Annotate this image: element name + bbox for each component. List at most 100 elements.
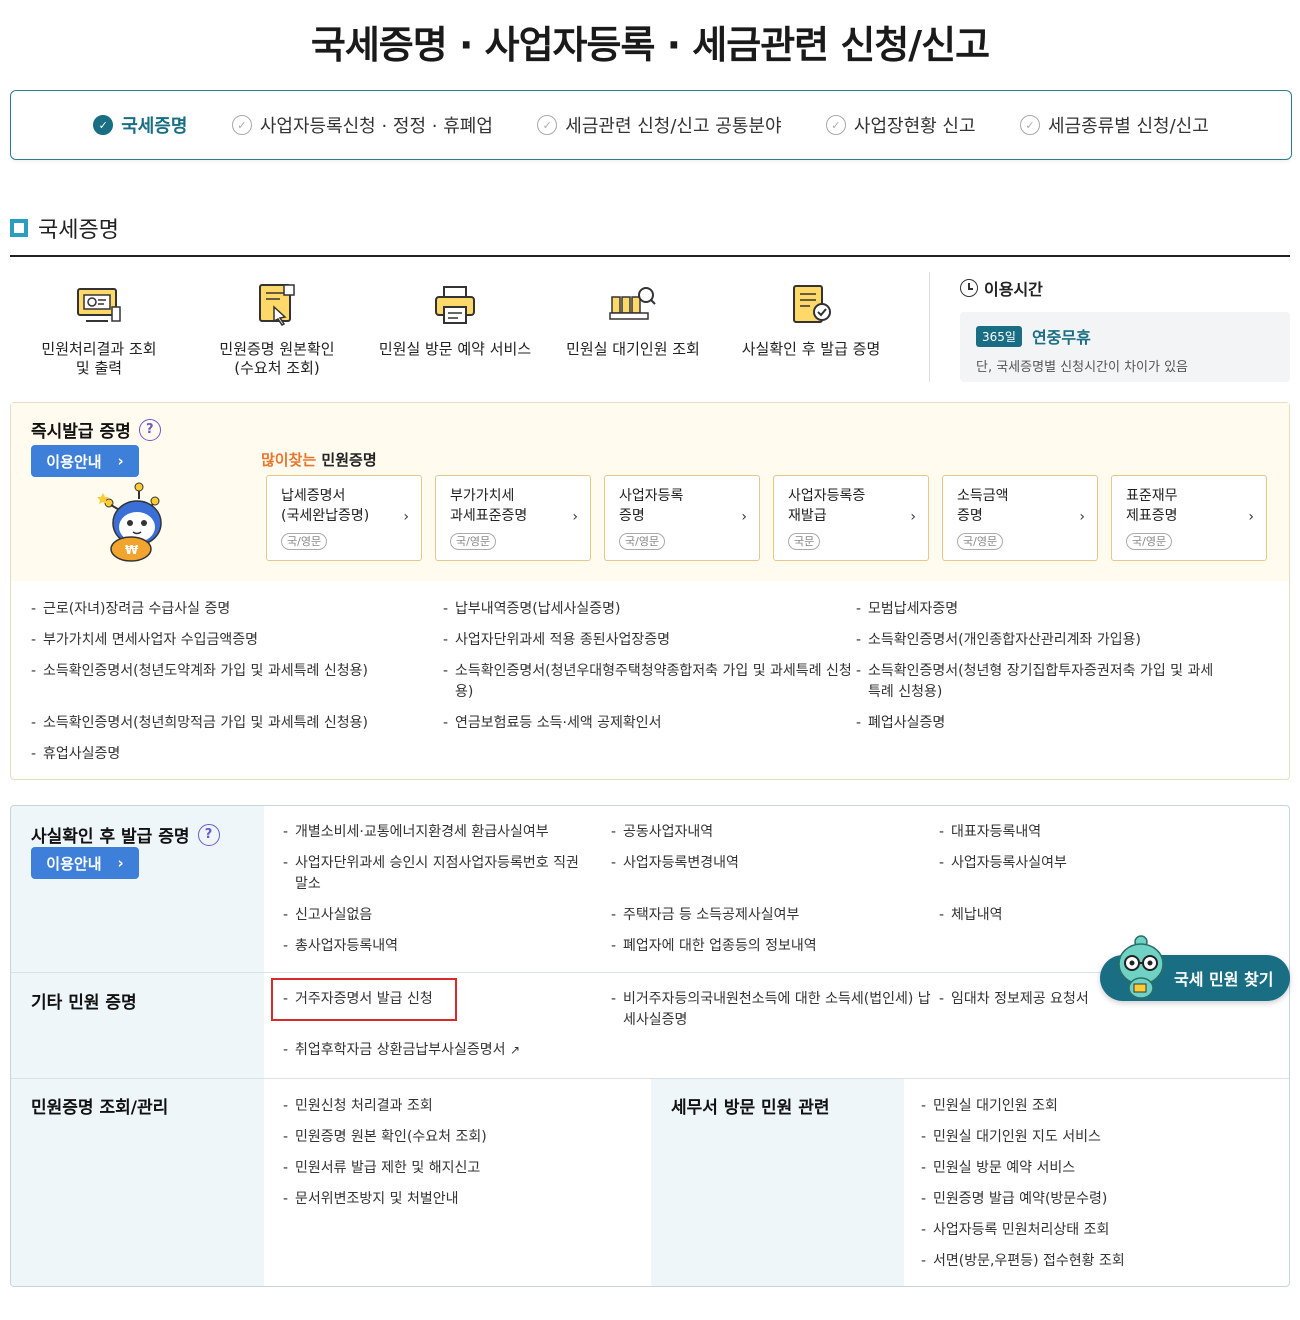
usage-guide-button[interactable]: 이용안내 › <box>31 847 139 879</box>
list-item[interactable]: 소득확인증명서(청년희망적금 가입 및 과세특례 신청용) <box>31 713 431 734</box>
quick-link-waiting-lookup[interactable]: 민원실 대기인원 조회 <box>544 278 722 378</box>
list-item[interactable]: 서면(방문,우편등) 접수현황 조회 <box>921 1251 1281 1272</box>
mascot-icon: ₩ <box>97 482 162 562</box>
check-circle-icon: ✓ <box>825 115 846 135</box>
other-services-table: 사실확인 후 발급 증명 ? 이용안내 › 개별소비세·교통에너지환경세 환급사… <box>10 805 1290 1287</box>
help-icon[interactable]: ? <box>138 418 161 441</box>
list-item[interactable]: 민원증명 원본 확인(수요처 조회) <box>283 1127 643 1148</box>
list-item[interactable]: 민원증명 발급 예약(방문수령) <box>921 1189 1281 1210</box>
list-item[interactable]: 총사업자등록내역 <box>283 936 583 957</box>
list-item[interactable]: 폐업자에 대한 업종등의 정보내역 <box>611 936 921 957</box>
list-item[interactable]: 사업자단위과세 승인시 지점사업자등록번호 직권말소 <box>283 853 583 895</box>
list-item[interactable]: 연금보험료등 소득·세액 공제확인서 <box>443 713 853 734</box>
cert-card-vat-base[interactable]: 부가가치세 과세표준증명 국/영문 › <box>435 475 591 561</box>
usage-guide-button[interactable]: 이용안내 › <box>31 445 139 477</box>
list-item[interactable]: 소득확인증명서(청년형 장기집합투자증권저축 가입 및 과세특례 신청용) <box>856 661 1216 703</box>
instant-issue-section: 즉시발급 증명 ? 이용안내 › ₩ 많이찾는 민원증명 납세증명서 (국세완납… <box>10 402 1290 780</box>
chevron-right-icon: › <box>117 854 124 872</box>
list-item[interactable]: 폐업사실증명 <box>856 713 1216 734</box>
list-item[interactable]: 체납내역 <box>939 905 1239 926</box>
category-tabs: ✓ 국세증명 ✓ 사업자등록신청 · 정정 · 휴폐업 ✓ 세금관련 신청/신고… <box>10 90 1292 160</box>
cert-card-registration-reissue[interactable]: 사업자등록증 재발급 국문 › <box>773 475 929 561</box>
cert-card-income-amount[interactable]: 소득금액 증명 국/영문 › <box>942 475 1098 561</box>
divider <box>11 1078 1289 1079</box>
external-link-icon: ↗ <box>509 1043 521 1057</box>
service-hours-title-text: 이용시간 <box>984 280 1043 299</box>
list-item[interactable]: 취업후학자금 상환금납부사실증명서 ↗ <box>283 1040 603 1061</box>
quick-link-label: 민원증명 원본확인 (수요처 조회) <box>219 340 335 377</box>
check-circle-icon: ✓ <box>537 115 558 135</box>
popular-suffix: 민원증명 <box>316 451 377 469</box>
list-item[interactable]: 민원실 방문 예약 서비스 <box>921 1158 1281 1179</box>
tab-label: 국세증명 <box>121 116 188 137</box>
printer-icon <box>425 278 485 332</box>
instant-list-col3: 모범납세자증명 소득확인증명서(개인종합자산관리계좌 가입용) 소득확인증명서(… <box>856 599 1216 744</box>
help-icon[interactable]: ? <box>197 823 220 846</box>
tab-business-status-report[interactable]: ✓ 사업장현황 신고 <box>825 112 976 138</box>
chevron-right-icon: › <box>117 452 124 470</box>
cert-card-financial-statement[interactable]: 표준재무 제표증명 국/영문 › <box>1111 475 1267 561</box>
section-heading-text: 국세증명 <box>38 218 119 243</box>
divider <box>11 972 1289 973</box>
chevron-right-icon: › <box>572 509 578 525</box>
list-item[interactable]: 사업자등록변경내역 <box>611 853 921 874</box>
quick-link-fact-check-issue[interactable]: 사실확인 후 발급 증명 <box>722 278 900 378</box>
list-item[interactable]: 주택자금 등 소득공제사실여부 <box>611 905 921 926</box>
after-check-title-text: 사실확인 후 발급 증명 <box>31 827 190 847</box>
quick-link-visit-reservation[interactable]: 민원실 방문 예약 서비스 <box>366 278 544 378</box>
square-bullet-icon <box>10 219 28 237</box>
visit-list: 민원실 대기인원 조회 민원실 대기인원 지도 서비스 민원실 방문 예약 서비… <box>921 1096 1281 1282</box>
list-item[interactable]: 납부내역증명(납세사실증명) <box>443 599 853 620</box>
language-chip: 국/영문 <box>957 533 1004 550</box>
tab-tax-type-report[interactable]: ✓ 세금종류별 신청/신고 <box>1019 112 1209 138</box>
after-check-title: 사실확인 후 발급 증명 ? <box>31 822 220 847</box>
quick-link-label: 민원처리결과 조회 및 출력 <box>41 340 157 377</box>
list-item[interactable]: 사업자등록사실여부 <box>939 853 1239 874</box>
usage-guide-label: 이용안내 <box>46 854 102 873</box>
tab-tax-common[interactable]: ✓ 세금관련 신청/신고 공통분야 <box>537 112 782 138</box>
service-hours: 이용시간 365일 연중무휴 단, 국세증명별 신청시간이 차이가 있음 <box>960 276 1290 382</box>
tab-national-tax-certificate[interactable]: ✓ 국세증명 <box>93 112 187 138</box>
list-item[interactable]: 공동사업자내역 <box>611 822 921 843</box>
cert-card-name: 사업자등록증 재발급 <box>788 488 866 524</box>
section-heading: 국세증명 <box>10 212 119 244</box>
popular-certificate-cards: 납세증명서 (국세완납증명) 국/영문 › 부가가치세 과세표준증명 국/영문 … <box>266 475 1267 561</box>
list-item[interactable]: 민원서류 발급 제한 및 해지신고 <box>283 1158 643 1179</box>
popular-certificates-label: 많이찾는 민원증명 <box>261 449 377 470</box>
list-item[interactable]: 소득확인증명서(개인종합자산관리계좌 가입용) <box>856 630 1216 651</box>
list-item[interactable]: 모범납세자증명 <box>856 599 1216 620</box>
check-circle-icon: ✓ <box>1019 115 1040 135</box>
list-item[interactable]: 소득확인증명서(청년우대형주택청약종합저축 가입 및 과세특례 신청용) <box>443 661 853 703</box>
list-item[interactable]: 비거주자등의국내원천소득에 대한 소득세(법인세) 납세사실증명 <box>611 989 941 1031</box>
divider <box>929 272 930 382</box>
list-item[interactable]: 민원실 대기인원 지도 서비스 <box>921 1127 1281 1148</box>
cert-card-name: 소득금액 증명 <box>957 488 1009 524</box>
tab-label: 세금관련 신청/신고 공통분야 <box>565 116 782 137</box>
chevron-right-icon: › <box>403 509 409 525</box>
list-item-residence-certificate[interactable]: 거주자증명서 발급 신청 <box>283 989 603 1010</box>
other-certificates-title: 기타 민원 증명 <box>31 993 137 1013</box>
list-item[interactable]: 신고사실없음 <box>283 905 583 926</box>
cert-card-tax-payment[interactable]: 납세증명서 (국세완납증명) 국/영문 › <box>266 475 422 561</box>
tab-business-registration[interactable]: ✓ 사업자등록신청 · 정정 · 휴폐업 <box>231 112 493 138</box>
list-item[interactable]: 문서위변조방지 및 처벌안내 <box>283 1189 643 1210</box>
list-item[interactable]: 휴업사실증명 <box>31 744 431 765</box>
monitor-result-icon <box>69 278 129 332</box>
list-item[interactable]: 소득확인증명서(청년도약계좌 가입 및 과세특례 신청용) <box>31 661 431 682</box>
list-item[interactable]: 근로(자녀)장려금 수급사실 증명 <box>31 599 431 620</box>
cert-card-name: 사업자등록 증명 <box>619 488 684 524</box>
chevron-right-icon: › <box>1248 509 1254 525</box>
quick-links: 민원처리결과 조회 및 출력 민원증명 원본확인 (수요처 조회) 민원실 방문… <box>10 278 910 378</box>
cert-card-business-registration[interactable]: 사업자등록 증명 국/영문 › <box>604 475 760 561</box>
manage-list: 민원신청 처리결과 조회 민원증명 원본 확인(수요처 조회) 민원서류 발급 … <box>283 1096 643 1220</box>
list-item[interactable]: 민원실 대기인원 조회 <box>921 1096 1281 1117</box>
list-item[interactable]: 민원신청 처리결과 조회 <box>283 1096 643 1117</box>
quick-link-original-check[interactable]: 민원증명 원본확인 (수요처 조회) <box>188 278 366 378</box>
list-item[interactable]: 대표자등록내역 <box>939 822 1239 843</box>
quick-link-result-lookup[interactable]: 민원처리결과 조회 및 출력 <box>10 278 188 378</box>
svg-text:₩: ₩ <box>125 543 139 557</box>
list-item[interactable]: 사업자등록 민원처리상태 조회 <box>921 1220 1281 1241</box>
list-item[interactable]: 사업자단위과세 적용 종된사업장증명 <box>443 630 853 651</box>
list-item[interactable]: 부가가치세 면세사업자 수입금액증명 <box>31 630 431 651</box>
list-item[interactable]: 개별소비세·교통에너지환경세 환급사실여부 <box>283 822 583 843</box>
